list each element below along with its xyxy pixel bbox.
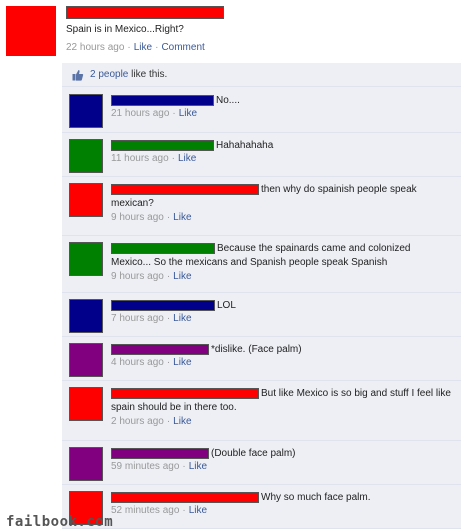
comment-row: No.... 21 hours ago · Like [62,88,461,133]
commenter-avatar[interactable] [69,343,103,377]
comment-body: No.... [216,95,240,106]
comment-meta: 52 minutes ago · Like [111,505,207,516]
separator-dot: · [182,461,186,472]
comment-row: Hahahahaha 11 hours ago · Like [62,133,461,177]
separator-dot: · [182,505,186,516]
comment-meta: 2 hours ago · Like [111,416,192,427]
comment-meta: 9 hours ago · Like [111,212,192,223]
comment-like-link[interactable]: Like [173,357,191,368]
post-like-link[interactable]: Like [134,42,152,53]
name-spacer [111,342,211,352]
comment-like-link[interactable]: Like [173,212,191,223]
comment-text: Hahahahaha [111,138,451,153]
comment-like-link[interactable]: Like [179,108,197,119]
commenter-avatar[interactable] [69,183,103,217]
separator-dot: · [155,42,159,53]
separator-dot: · [172,108,176,119]
thumbs-up-icon [72,70,84,81]
commenter-avatar[interactable] [69,299,103,333]
comment-timestamp: 7 hours ago [111,313,164,324]
poster-avatar[interactable] [6,6,56,56]
comment-like-link[interactable]: Like [178,153,196,164]
commenter-avatar[interactable] [69,94,103,128]
name-spacer [111,490,261,500]
comment-row: *dislike. (Face palm) 4 hours ago · Like [62,337,461,381]
likes-suffix: like this. [131,69,168,80]
comment-row: LOL 7 hours ago · Like [62,293,461,337]
comment-body: (Double face palm) [211,448,296,459]
comment-text: (Double face palm) [111,446,451,461]
post-text: Spain is in Mexico...Right? [66,24,184,35]
comment-text: No.... [111,93,451,108]
comment-timestamp: 4 hours ago [111,357,164,368]
post-timestamp: 22 hours ago [66,42,125,53]
separator-dot: · [166,313,171,324]
separator-dot: · [127,42,131,53]
commenter-avatar[interactable] [69,387,103,421]
comment-text: *dislike. (Face palm) [111,342,451,357]
comments-panel: 2 people like this. No.... 21 hours ago · L… [62,63,461,529]
name-spacer [111,386,261,396]
comment-text: Because the spainards came and colonized… [111,241,451,270]
comment-body: *dislike. (Face palm) [211,344,302,355]
comment-meta: 4 hours ago · Like [111,357,192,368]
comment-row: But like Mexico is so big and stuff I fe… [62,381,461,441]
comment-row: Because the spainards came and colonized… [62,236,461,293]
comment-timestamp: 9 hours ago [111,271,164,282]
comment-text: Why so much face palm. [111,490,451,505]
comment-timestamp: 11 hours ago [111,153,169,164]
name-spacer [111,93,216,103]
commenter-avatar[interactable] [69,447,103,481]
post-comment-link[interactable]: Comment [161,42,204,53]
commenter-avatar[interactable] [69,242,103,276]
comment-timestamp: 2 hours ago [111,416,164,427]
comment-meta: 21 hours ago · Like [111,108,197,119]
comment-text: then why do spainish people speak mexica… [111,182,451,211]
comment-body: Hahahahaha [216,140,274,151]
comment-body: LOL [217,300,236,311]
comment-meta: 11 hours ago · Like [111,153,196,164]
separator-dot: · [166,271,171,282]
likers-link[interactable]: 2 people [90,69,128,80]
separator-dot: · [166,212,171,223]
separator-dot: · [166,357,171,368]
status-post: Spain is in Mexico...Right? 22 hours ago… [0,0,465,60]
comment-text: LOL [111,298,451,313]
separator-dot: · [166,416,171,427]
comment-text: But like Mexico is so big and stuff I fe… [111,386,451,415]
comment-like-link[interactable]: Like [189,505,207,516]
site-watermark: failbook.com [6,514,114,530]
comment-timestamp: 9 hours ago [111,212,164,223]
comment-like-link[interactable]: Like [173,271,191,282]
name-spacer [111,241,217,251]
post-meta: 22 hours ago · Like · Comment [66,42,205,53]
likes-text: 2 people like this. [90,69,167,80]
comment-row: (Double face palm) 59 minutes ago · Like [62,441,461,485]
comment-body: Why so much face palm. [261,492,371,503]
comment-timestamp: 52 minutes ago [111,505,180,516]
comment-meta: 7 hours ago · Like [111,313,192,324]
poster-name-redacted[interactable] [66,6,224,19]
name-spacer [111,446,211,456]
comment-like-link[interactable]: Like [189,461,207,472]
likes-summary: 2 people like this. [62,63,461,87]
comment-row: Why so much face palm. 52 minutes ago · Lik… [62,485,461,529]
name-spacer [111,182,261,192]
comment-timestamp: 59 minutes ago [111,461,180,472]
commenter-avatar[interactable] [69,139,103,173]
comment-timestamp: 21 hours ago [111,108,170,119]
comment-meta: 9 hours ago · Like [111,271,192,282]
comment-like-link[interactable]: Like [173,313,191,324]
comment-like-link[interactable]: Like [173,416,191,427]
comment-row: then why do spainish people speak mexica… [62,177,461,236]
name-spacer [111,138,216,148]
comment-meta: 59 minutes ago · Like [111,461,207,472]
name-spacer [111,298,217,308]
separator-dot: · [171,153,175,164]
